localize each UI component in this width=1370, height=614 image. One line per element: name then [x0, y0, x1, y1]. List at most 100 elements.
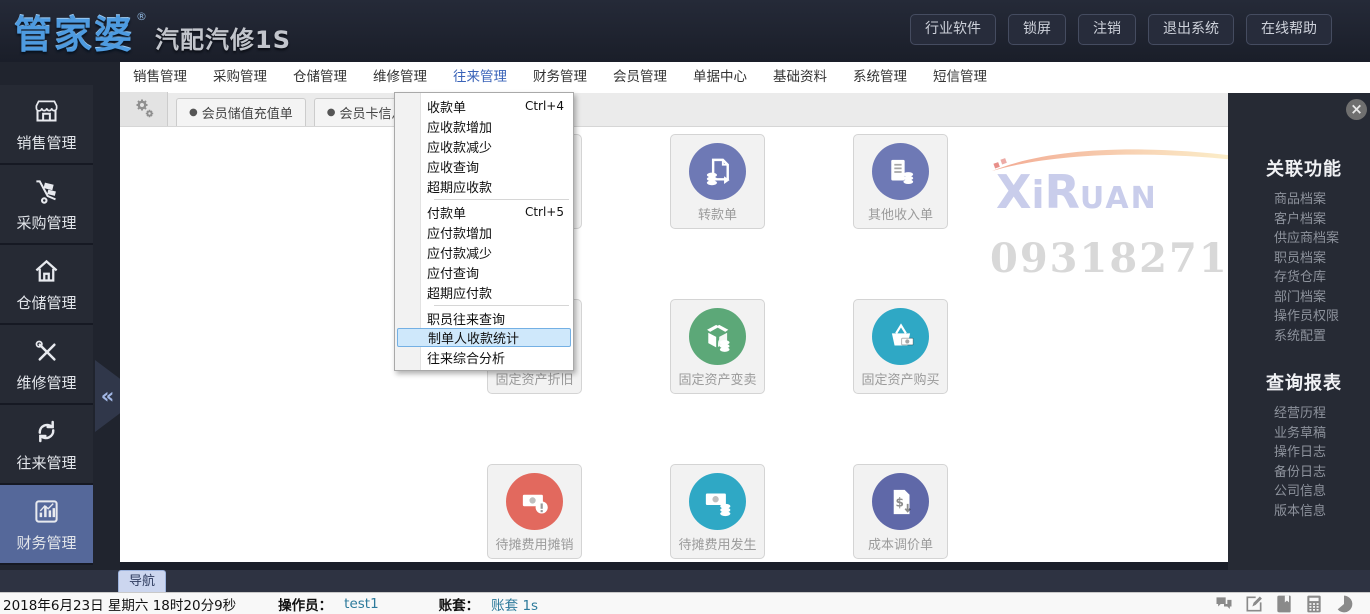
header-button[interactable]: 在线帮助: [1246, 14, 1332, 45]
panel-link[interactable]: 备份日志: [1274, 463, 1370, 483]
menubar-item[interactable]: 基础资料: [760, 62, 840, 93]
panel-link[interactable]: 操作员权限: [1274, 307, 1370, 327]
header-button[interactable]: 退出系统: [1148, 14, 1234, 45]
sidebar-item[interactable]: 往来管理: [0, 405, 93, 485]
function-tile[interactable]: 固定资产购买: [853, 299, 948, 394]
document-tabstrip: ● 会员储值充值单 ● 会员卡信息管理: [120, 92, 1228, 127]
header-buttons: 行业软件 锁屏 注销 退出系统 在线帮助: [910, 14, 1332, 45]
panel-link[interactable]: 系统配置: [1274, 327, 1370, 347]
function-tile[interactable]: 固定资产变卖: [670, 299, 765, 394]
sidebar-item[interactable]: 维修管理: [0, 325, 93, 405]
tab-status-dot: ●: [326, 107, 336, 118]
panel-link[interactable]: 部门档案: [1274, 288, 1370, 308]
function-tile[interactable]: 转款单: [670, 134, 765, 229]
close-icon[interactable]: ×: [1346, 99, 1367, 120]
function-tile[interactable]: 其他收入单: [853, 134, 948, 229]
tile-icon-circle: [872, 308, 929, 365]
function-tile[interactable]: $ 成本调价单: [853, 464, 948, 559]
menu-item-label: 超期应收款: [427, 180, 493, 196]
chevron-left-double-icon: «: [100, 383, 115, 408]
tile-label: 固定资产折旧: [495, 373, 574, 388]
menubar-item[interactable]: 维修管理: [360, 62, 440, 93]
header-button[interactable]: 锁屏: [1008, 14, 1066, 45]
tile-label: 固定资产变卖: [678, 373, 757, 388]
watermark-text: XiRUAN: [996, 165, 1158, 219]
dropdown-menu-item[interactable]: 应付款增加: [395, 222, 573, 242]
panel-link[interactable]: 商品档案: [1274, 190, 1370, 210]
chat-icon[interactable]: [1214, 594, 1234, 614]
right-panel: × 关联功能 商品档案 客户档案 供应商档案 职员档案 存货仓库 部门档案 操作…: [1228, 93, 1370, 570]
menubar-item[interactable]: 单据中心: [680, 62, 760, 93]
header-button[interactable]: 行业软件: [910, 14, 996, 45]
left-sidebar: 销售管理 采购管理 仓储管理 维修管理 往来管理 财务管理 «: [0, 62, 120, 592]
dropdown-menu-item[interactable]: 应收款增加: [395, 116, 573, 136]
tile-icon-circle: [689, 473, 746, 530]
sidebar-item-label: 采购管理: [16, 214, 77, 232]
panel-link[interactable]: 供应商档案: [1274, 229, 1370, 249]
dropdown-menu-item[interactable]: 应收查询: [395, 156, 573, 176]
dropdown-menu-item[interactable]: 超期应付款: [395, 282, 573, 302]
menubar-item[interactable]: 会员管理: [600, 62, 680, 93]
open-tab[interactable]: ● 会员储值充值单: [176, 98, 306, 126]
navigation-tab[interactable]: 导航: [118, 570, 167, 592]
panel-link[interactable]: 存货仓库: [1274, 268, 1370, 288]
panel-link[interactable]: 客户档案: [1274, 210, 1370, 230]
menu-item-label: 职员往来查询: [427, 312, 506, 328]
watermark-swoosh: [992, 149, 1236, 171]
bottom-tab-row: 导航: [0, 570, 1370, 592]
menubar-item[interactable]: 采购管理: [200, 62, 280, 93]
operator-value: test1: [344, 595, 379, 612]
dropdown-menu-item[interactable]: 收款单 Ctrl+4: [395, 96, 573, 116]
sidebar-item[interactable]: 销售管理: [0, 85, 93, 165]
calculator-icon[interactable]: [1304, 594, 1324, 614]
dropdown-menu-item[interactable]: 制单人收款统计: [397, 328, 571, 347]
dropdown-menu-item[interactable]: 往来综合分析: [395, 347, 573, 367]
book-icon[interactable]: [1274, 594, 1294, 614]
panel-link[interactable]: 经营历程: [1274, 404, 1370, 424]
registered-mark: ®: [136, 9, 148, 23]
panel-link[interactable]: 职员档案: [1274, 249, 1370, 269]
menubar-item[interactable]: 财务管理: [520, 62, 600, 93]
chart-icon: [33, 498, 60, 525]
status-icon-tray: [1214, 594, 1354, 614]
status-datetime: 2018年6月23日 星期六 18时20分9秒: [3, 597, 237, 614]
dropdown-menu-item[interactable]: 应付查询: [395, 262, 573, 282]
main-menubar: 销售管理 采购管理 仓储管理 维修管理 往来管理 财务管理 会员管理 单据中心 …: [120, 62, 1370, 93]
panel-link[interactable]: 公司信息: [1274, 482, 1370, 502]
menu-item-label: 应收查询: [427, 160, 480, 176]
menu-item-label: 付款单: [427, 206, 467, 222]
menubar-item[interactable]: 短信管理: [920, 62, 1000, 93]
tab-status-dot: ●: [189, 107, 198, 118]
home-icon: [33, 258, 60, 285]
panel-link[interactable]: 版本信息: [1274, 502, 1370, 522]
dropdown-menu-item[interactable]: 应收款减少: [395, 136, 573, 156]
dropdown-menu-item[interactable]: 应付款减少: [395, 242, 573, 262]
related-links: 商品档案 客户档案 供应商档案 职员档案 存货仓库 部门档案 操作员权限 系统配…: [1228, 190, 1370, 346]
function-tile[interactable]: 待摊费用摊销: [487, 464, 582, 559]
menubar-item[interactable]: 销售管理: [120, 62, 200, 93]
operator-label: 操作员：: [278, 597, 333, 614]
clock-icon[interactable]: [1334, 594, 1354, 614]
panel-link[interactable]: 操作日志: [1274, 443, 1370, 463]
menu-item-label: 应付款减少: [427, 246, 493, 262]
svg-text:$: $: [895, 495, 903, 509]
header-button[interactable]: 注销: [1078, 14, 1136, 45]
account-label: 账套：: [438, 597, 480, 614]
sidebar-item[interactable]: 仓储管理: [0, 245, 93, 325]
report-links: 经营历程 业务草稿 操作日志 备份日志 公司信息 版本信息: [1228, 404, 1370, 521]
function-tile[interactable]: 待摊费用发生: [670, 464, 765, 559]
dropdown-menu-item[interactable]: 职员往来查询: [395, 308, 573, 328]
tile-icon-circle: $: [872, 473, 929, 530]
dropdown-menu-item[interactable]: 付款单 Ctrl+5: [395, 202, 573, 222]
panel-link[interactable]: 业务草稿: [1274, 424, 1370, 444]
sidebar-item[interactable]: 财务管理: [0, 485, 93, 565]
edit-icon[interactable]: [1244, 594, 1264, 614]
menubar-item[interactable]: 往来管理: [440, 62, 520, 93]
menubar-item[interactable]: 仓储管理: [280, 62, 360, 93]
menu-item-shortcut: Ctrl+4: [524, 99, 564, 113]
menubar-item[interactable]: 系统管理: [840, 62, 920, 93]
tab-settings-button[interactable]: [120, 92, 168, 126]
dropdown-menu-item[interactable]: 超期应收款: [395, 176, 573, 196]
tile-label: 待摊费用摊销: [495, 538, 574, 553]
sidebar-item[interactable]: 采购管理: [0, 165, 93, 245]
